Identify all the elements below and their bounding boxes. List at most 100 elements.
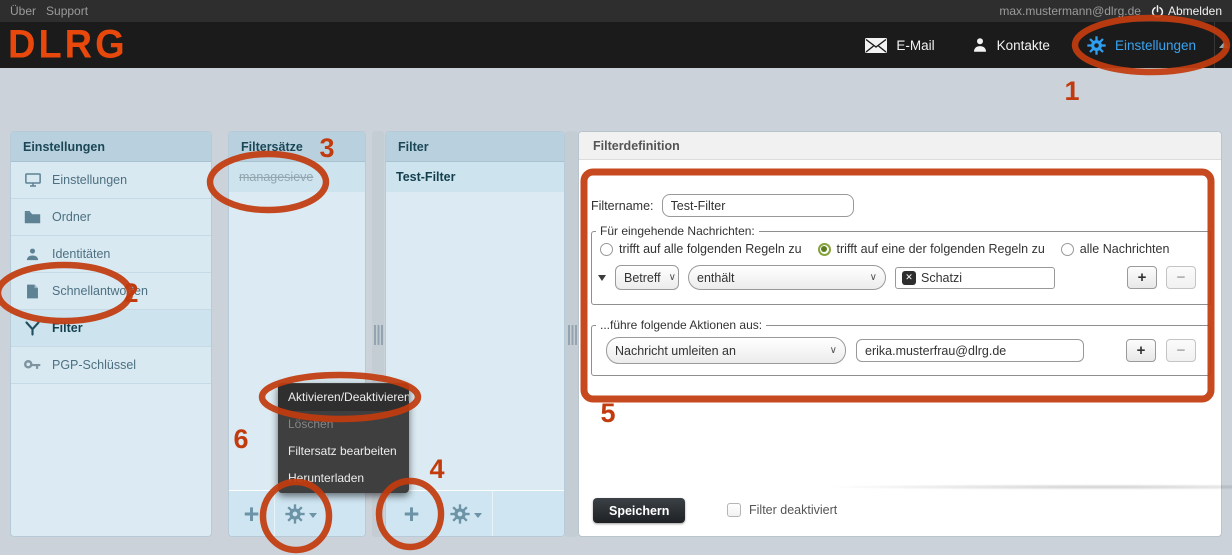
sidebar-item-einstellungen[interactable]: Einstellungen xyxy=(11,162,211,199)
filterset-context-menu: Aktivieren/Deaktivieren Löschen Filtersa… xyxy=(278,383,409,493)
monitor-icon xyxy=(23,172,42,188)
chevron-down-icon xyxy=(309,512,317,518)
radio-all-rules[interactable] xyxy=(600,242,613,256)
envelope-icon xyxy=(864,37,888,54)
sidebar-item-identitaeten[interactable]: Identitäten xyxy=(11,236,211,273)
radio-label[interactable]: trifft auf alle folgenden Regeln zu xyxy=(619,242,802,256)
sidebar-item-ordner[interactable]: Ordner xyxy=(11,199,211,236)
select-value: enthält xyxy=(697,270,735,285)
filtersets-footer-toolbar: + xyxy=(229,490,365,536)
menu-item-download[interactable]: Herunterladen xyxy=(278,465,409,492)
sidebar-item-label: Einstellungen xyxy=(52,173,128,187)
footer-spacer xyxy=(493,491,564,536)
dlrg-logo: DLRG xyxy=(8,22,128,68)
filter-disabled-checkbox[interactable] xyxy=(727,503,741,517)
sidebar-item-pgp-schluessel[interactable]: PGP-Schlüssel xyxy=(11,347,211,384)
rule-value-field[interactable]: ✕ Schatzi xyxy=(895,266,1055,289)
menu-item-edit-filterset[interactable]: Filtersatz bearbeiten xyxy=(278,438,409,465)
action-value-input[interactable] xyxy=(856,339,1084,362)
splitter-grip xyxy=(568,325,570,345)
filters-pane: Filter Test-Filter + xyxy=(385,131,565,537)
rule-collapse-triangle-icon[interactable] xyxy=(598,274,606,281)
radio-any-rule[interactable] xyxy=(817,242,831,256)
rule-operator-select[interactable]: enthält ∨ xyxy=(688,265,886,290)
sidebar-item-label: Schnellantworten xyxy=(52,284,148,298)
sidebar-item-label: Filter xyxy=(52,321,83,335)
filters-pane-title: Filter xyxy=(386,132,564,162)
rule-header-select[interactable]: Betreff ∨ xyxy=(615,265,679,290)
sidebar-item-schnellantworten[interactable]: Schnellantworten xyxy=(11,273,211,310)
taskbar-item-contacts[interactable]: Kontakte xyxy=(953,22,1068,68)
filtername-label: Filtername: xyxy=(591,198,654,213)
chevron-down-icon xyxy=(473,512,482,518)
support-link[interactable]: Support xyxy=(46,4,88,18)
chevron-down-icon: ∨ xyxy=(668,272,676,283)
filter-actions-menu-button[interactable] xyxy=(438,491,493,536)
remove-action-button[interactable]: − xyxy=(1166,339,1196,362)
plus-icon: + xyxy=(403,498,420,529)
settings-sections-pane: Einstellungen Einstellungen Ordner Ident… xyxy=(10,131,212,537)
footer-spacer xyxy=(327,491,365,536)
menu-item-delete[interactable]: Löschen xyxy=(278,411,409,438)
filterset-row-managesieve[interactable]: managesieve xyxy=(229,162,365,192)
add-filter-button[interactable]: + xyxy=(386,491,438,536)
filtername-row: Filtername: xyxy=(591,194,854,217)
filtersets-pane-title: Filtersätze xyxy=(229,132,365,162)
power-icon xyxy=(1151,4,1164,18)
about-link[interactable]: Über xyxy=(10,4,36,18)
taskbar-item-email[interactable]: E-Mail xyxy=(846,22,952,68)
rules-fieldset: Für eingehende Nachrichten: trifft auf a… xyxy=(591,224,1211,305)
chevron-up-icon xyxy=(1218,42,1229,48)
action-type-select[interactable]: Nachricht umleiten an ∨ xyxy=(606,337,846,364)
remove-rule-button[interactable]: − xyxy=(1166,266,1196,289)
taskbar-label: Einstellungen xyxy=(1114,37,1196,53)
sidebar-item-filter[interactable]: Filter xyxy=(11,310,211,347)
taskbar-label: E-Mail xyxy=(896,37,935,53)
taskbar-item-settings[interactable]: Einstellungen xyxy=(1068,22,1214,68)
add-filterset-button[interactable]: + xyxy=(229,491,275,536)
document-icon xyxy=(23,284,42,299)
match-type-radios: trifft auf alle folgenden Regeln zu trif… xyxy=(592,238,1210,256)
key-icon xyxy=(23,359,42,371)
radio-all-messages[interactable] xyxy=(1060,242,1074,256)
sidebar-item-label: Identitäten xyxy=(52,247,111,261)
rule-value: Schatzi xyxy=(921,270,962,285)
rules-legend: Für eingehende Nachrichten: xyxy=(600,224,755,238)
add-rule-button[interactable]: + xyxy=(1127,266,1157,289)
filtername-input[interactable] xyxy=(661,194,854,217)
action-row: Nachricht umleiten an ∨ + − xyxy=(606,337,1196,364)
radio-label[interactable]: trifft auf eine der folgenden Regeln zu xyxy=(837,242,1045,256)
panel-title: Filterdefinition xyxy=(579,132,1221,160)
logout-button[interactable]: Abmelden xyxy=(1151,4,1222,18)
select-value: Nachricht umleiten an xyxy=(615,343,736,358)
chevron-down-icon: ∨ xyxy=(869,272,877,283)
filter-row-test-filter[interactable]: Test-Filter xyxy=(386,162,564,192)
application-window: Über Support max.mustermann@dlrg.de Abme… xyxy=(0,0,1232,555)
filterset-actions-menu-button[interactable] xyxy=(275,491,327,536)
taskbar: DLRG E-Mail Kontakte Einstellungen xyxy=(0,22,1232,68)
actions-legend: ...führe folgende Aktionen aus: xyxy=(600,318,763,332)
filter-disabled-label: Filter deaktiviert xyxy=(749,503,838,517)
funnel-icon xyxy=(23,320,42,337)
select-value: Betreff xyxy=(624,270,661,285)
gear-icon xyxy=(284,503,306,525)
user-email: max.mustermann@dlrg.de xyxy=(999,4,1141,18)
rule-row: Betreff ∨ enthält ∨ ✕ Schatzi + − xyxy=(598,265,1196,290)
logout-label: Abmelden xyxy=(1167,4,1222,18)
gear-icon xyxy=(1086,35,1107,56)
annotation-step-number: 1 xyxy=(1064,76,1079,106)
disable-filter-row: Filter deaktiviert xyxy=(727,503,837,517)
taskbar-label: Kontakte xyxy=(996,37,1050,53)
plus-icon: + xyxy=(243,498,260,529)
menu-item-activate-deactivate[interactable]: Aktivieren/Deaktivieren xyxy=(278,384,409,411)
radio-label[interactable]: alle Nachrichten xyxy=(1080,242,1170,256)
filters-footer-toolbar: + xyxy=(386,490,564,536)
save-button[interactable]: Speichern xyxy=(593,498,686,523)
actions-fieldset: ...führe folgende Aktionen aus: Nachrich… xyxy=(591,318,1211,376)
sidebar-item-label: Ordner xyxy=(52,210,91,224)
footer-shadow xyxy=(819,484,1232,490)
modifier-icon[interactable]: ✕ xyxy=(902,270,916,285)
splitter-filters-form[interactable] xyxy=(565,131,578,537)
taskbar-collapse-button[interactable] xyxy=(1214,22,1232,68)
add-action-button[interactable]: + xyxy=(1126,339,1156,362)
